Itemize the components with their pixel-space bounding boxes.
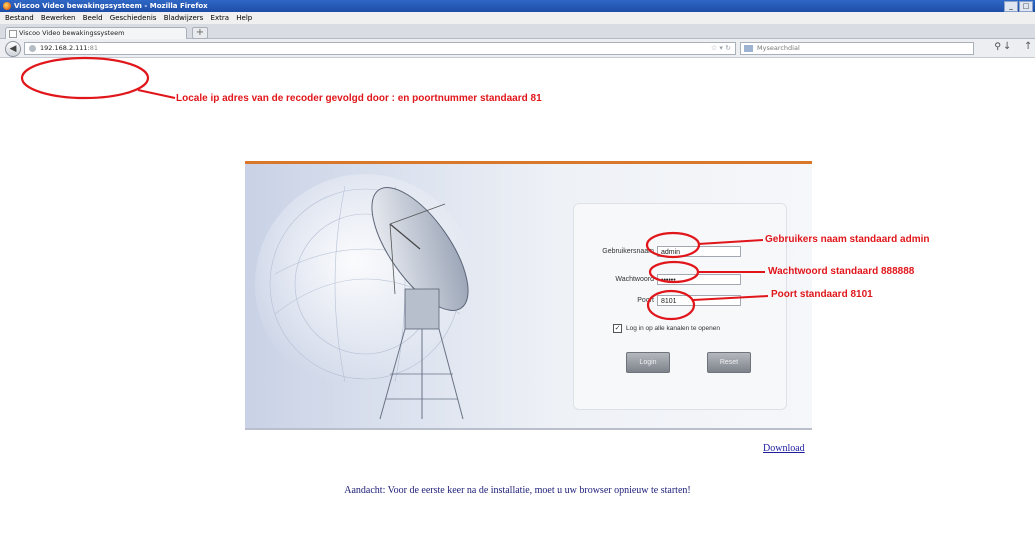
menu-bestand[interactable]: Bestand bbox=[5, 12, 34, 24]
search-placeholder: Mysearchdial bbox=[757, 44, 800, 52]
all-channels-label: Log in op alle kanalen te openen bbox=[626, 325, 720, 333]
menu-extra[interactable]: Extra bbox=[211, 12, 229, 24]
window-controls: _ □ bbox=[1004, 1, 1033, 12]
panel-bottom-border bbox=[245, 428, 812, 430]
username-annotation: Gebruikers naam standaard admin bbox=[765, 234, 930, 245]
url-host: 192.168.2.111: bbox=[40, 44, 90, 52]
tab-label: Viscoo Video bewakingssysteem bbox=[19, 29, 125, 37]
satellite-dish-illustration bbox=[255, 174, 475, 420]
url-pointer-line bbox=[137, 89, 176, 99]
menu-geschiedenis[interactable]: Geschiedenis bbox=[110, 12, 157, 24]
menu-bewerken[interactable]: Bewerken bbox=[41, 12, 76, 24]
url-highlight-ellipse bbox=[20, 56, 150, 100]
all-channels-option: ✓ Log in op alle kanalen te openen bbox=[613, 324, 720, 333]
page-favicon-icon bbox=[9, 30, 17, 38]
search-bar[interactable]: Mysearchdial ⚲ bbox=[740, 42, 1001, 55]
tab-bar: Viscoo Video bewakingssysteem + bbox=[0, 24, 1035, 39]
site-identity-icon[interactable] bbox=[29, 45, 36, 52]
login-button[interactable]: Login bbox=[626, 352, 670, 373]
url-text: 192.168.2.111:81 bbox=[40, 43, 98, 54]
port-label: Poort bbox=[637, 297, 654, 304]
firefox-logo-icon bbox=[3, 2, 11, 10]
password-annotation: Wachtwoord standaard 888888 bbox=[768, 266, 915, 277]
navigation-bar: ◀ 192.168.2.111:81 ☆ ▾ ↻ Mysearchdial ⚲ … bbox=[0, 39, 1035, 58]
username-field[interactable]: admin bbox=[657, 246, 741, 257]
menu-bar: Bestand Bewerken Beeld Geschiedenis Blad… bbox=[0, 12, 1035, 24]
password-label: Wachtwoord bbox=[615, 276, 654, 283]
login-panel: Gebruikersnaam admin Wachtwoord •••••• P… bbox=[245, 161, 812, 430]
search-engine-icon[interactable] bbox=[744, 45, 753, 52]
username-label: Gebruikersnaam bbox=[602, 248, 654, 255]
new-tab-button[interactable]: + bbox=[192, 27, 208, 39]
tab-viscoo[interactable]: Viscoo Video bewakingssysteem bbox=[5, 27, 187, 39]
url-annotation: Locale ip adres van de recoder gevolgd d… bbox=[176, 93, 542, 104]
maximize-button[interactable]: □ bbox=[1019, 1, 1033, 12]
port-field[interactable]: 8101 bbox=[657, 295, 741, 306]
reset-button[interactable]: Reset bbox=[707, 352, 751, 373]
window-title: Viscoo Video bewakingssysteem - Mozilla … bbox=[14, 2, 208, 10]
download-link[interactable]: Download bbox=[763, 443, 805, 454]
port-annotation: Poort standaard 8101 bbox=[771, 289, 873, 300]
home-icon[interactable]: ↑ bbox=[1024, 41, 1032, 52]
download-arrow-icon[interactable]: ↓ bbox=[1003, 41, 1011, 52]
minimize-button[interactable]: _ bbox=[1004, 1, 1018, 12]
all-channels-checkbox[interactable]: ✓ bbox=[613, 324, 622, 333]
bookmark-star-icon[interactable]: ☆ ▾ ↻ bbox=[711, 43, 731, 54]
address-bar[interactable]: 192.168.2.111:81 ☆ ▾ ↻ bbox=[24, 42, 736, 55]
menu-help[interactable]: Help bbox=[236, 12, 252, 24]
restart-notice: Aandacht: Voor de eerste keer na de inst… bbox=[344, 485, 691, 496]
menu-bladwijzers[interactable]: Bladwijzers bbox=[164, 12, 204, 24]
url-port: 81 bbox=[89, 44, 99, 52]
window-title-bar: Viscoo Video bewakingssysteem - Mozilla … bbox=[0, 0, 1035, 12]
login-form: Gebruikersnaam admin Wachtwoord •••••• P… bbox=[573, 203, 787, 410]
back-arrow-icon[interactable]: ◀ bbox=[5, 41, 21, 57]
search-icon[interactable]: ⚲ bbox=[994, 42, 1001, 53]
password-field[interactable]: •••••• bbox=[657, 274, 741, 285]
menu-beeld[interactable]: Beeld bbox=[83, 12, 103, 24]
